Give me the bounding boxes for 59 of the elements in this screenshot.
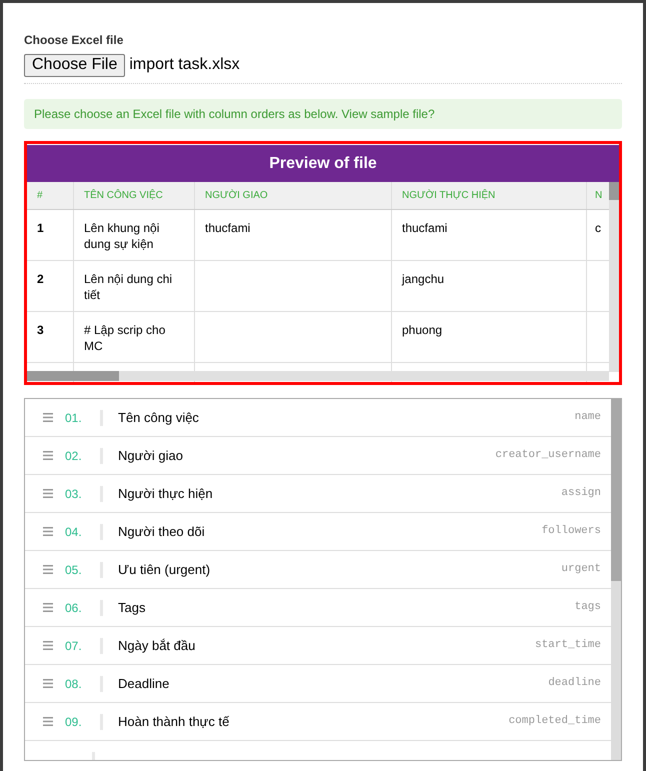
info-notice: Please choose an Excel file with column orders as below. View sample file? [24, 99, 622, 129]
field-key: urgent [561, 561, 601, 578]
field-number: 04. [65, 524, 83, 540]
field-number: 09. [65, 714, 83, 730]
table-cell: # Lập scrip cho MC [84, 323, 166, 353]
table-cell: jangchu [402, 272, 444, 286]
field-label: Ưu tiên (urgent) [118, 560, 210, 579]
field-key: assign [561, 485, 601, 502]
drag-handle-icon[interactable] [43, 413, 53, 422]
field-key: tags [574, 599, 601, 616]
field-number: 03. [65, 486, 83, 502]
column-header: # [27, 182, 74, 209]
field-label: Tên công việc [118, 408, 199, 427]
field-label: Người giao [118, 446, 183, 465]
column-header: TÊN CÔNG VIỆC [74, 182, 195, 209]
table-cell: Lên nội dung chi tiết [84, 272, 172, 302]
field-label: Hoàn thành thực tế [118, 712, 230, 731]
field-key: name [574, 409, 601, 426]
horizontal-scrollbar[interactable] [27, 371, 609, 381]
drag-handle-icon[interactable] [43, 489, 53, 498]
vertical-scrollbar[interactable] [609, 182, 619, 372]
field-number: 02. [65, 448, 83, 464]
drag-handle-icon[interactable] [43, 603, 53, 612]
field-key: deadline [548, 675, 601, 692]
drag-handle-icon[interactable] [43, 451, 53, 460]
table-cell: 2 [37, 272, 44, 286]
field-label: Choose Excel file [24, 33, 124, 47]
field-number: 05. [65, 562, 83, 578]
table-cell: c [595, 221, 601, 235]
table-cell: thucfami [205, 221, 250, 235]
drag-handle-icon[interactable] [43, 679, 53, 688]
choose-file-button[interactable]: Choose File [24, 54, 126, 76]
drag-handle-icon[interactable] [43, 641, 53, 650]
file-name: import task.xlsx [129, 55, 240, 75]
table-cell: thucfami [402, 221, 448, 235]
column-header: NGƯỜI THỰC HIỆN [392, 182, 587, 209]
field-key: completed_time [508, 713, 601, 730]
field-number: 01. [65, 410, 83, 426]
column-header: NGƯỜI GIAO [195, 182, 392, 209]
table-cell: phuong [402, 323, 442, 337]
vertical-scrollbar[interactable] [611, 399, 621, 760]
preview-title: Preview of file [27, 145, 619, 182]
field-label: Ngày bắt đầu [118, 636, 196, 655]
field-key: followers [542, 523, 601, 540]
drag-handle-icon[interactable] [43, 565, 53, 574]
field-label: Người theo dõi [118, 522, 205, 541]
field-number: 08. [65, 676, 83, 692]
table-cell: Lên khung nội dung sự kiện [84, 221, 160, 251]
table-cell: 3 [37, 323, 44, 337]
field-key: creator_username [495, 447, 601, 464]
field-label: Người thực hiện [118, 484, 213, 503]
table-cell: 1 [37, 221, 44, 235]
field-number: 07. [65, 638, 83, 654]
field-key: start_time [534, 637, 601, 654]
field-label: Deadline [118, 674, 170, 693]
drag-handle-icon[interactable] [43, 717, 53, 726]
drag-handle-icon[interactable] [43, 527, 53, 536]
field-number: 06. [65, 600, 83, 616]
field-label: Tags [118, 598, 146, 617]
